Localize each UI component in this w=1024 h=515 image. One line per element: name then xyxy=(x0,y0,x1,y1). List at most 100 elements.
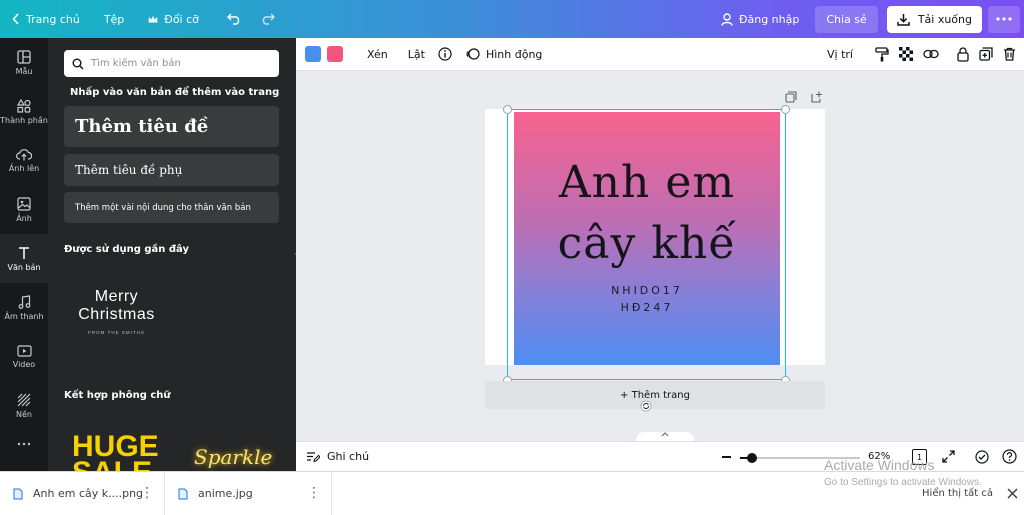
share-label: Chia sẻ xyxy=(826,12,867,26)
share-button[interactable]: Chia sẻ xyxy=(815,5,878,33)
redo-button[interactable] xyxy=(254,0,291,38)
more-vertical-icon[interactable]: ⋮ xyxy=(140,486,154,500)
recent-line-1: Merry xyxy=(94,288,139,305)
rail-item-photos[interactable]: Ảnh xyxy=(0,185,48,234)
font-combo-sparkle[interactable]: Sparkle xyxy=(194,445,272,469)
rail-label: Âm thanh xyxy=(4,311,44,321)
download-filename: Anh em cây k....png xyxy=(33,487,144,500)
add-heading-button[interactable]: Thêm tiêu đề xyxy=(64,106,279,147)
chevron-up-icon xyxy=(661,432,669,437)
delete-button[interactable] xyxy=(1003,47,1016,61)
music-icon xyxy=(18,294,30,309)
color-swatch-1[interactable] xyxy=(305,46,321,62)
design-title-line-1[interactable]: Anh em xyxy=(514,157,780,208)
file-menu-button[interactable]: Tệp xyxy=(90,0,134,38)
zoom-out-icon[interactable] xyxy=(722,456,731,458)
search-icon xyxy=(72,58,84,70)
animate-button[interactable]: Hình động xyxy=(466,47,542,61)
rail-item-audio[interactable]: Âm thanh xyxy=(0,283,48,332)
lock-button[interactable] xyxy=(957,46,969,62)
download-item-2[interactable]: anime.jpg ⋮ xyxy=(165,471,332,515)
notes-label: Ghi chú xyxy=(327,450,370,463)
paint-roller-icon xyxy=(875,46,889,61)
copy-style-button[interactable] xyxy=(875,46,889,62)
element-toolbar: Xén Lật Hình động Vị trí xyxy=(296,38,1024,71)
rail-item-templates[interactable]: Mẫu xyxy=(0,38,48,87)
trash-icon xyxy=(1004,47,1015,61)
recent-line-2: Christmas xyxy=(78,306,155,323)
link-icon xyxy=(923,49,939,59)
download-item-1[interactable]: Anh em cây k....png ⋮ xyxy=(0,471,165,515)
page-actions xyxy=(785,91,823,103)
more-vertical-icon[interactable]: ⋮ xyxy=(307,486,321,500)
file-icon xyxy=(178,488,188,499)
close-icon[interactable] xyxy=(1007,488,1018,499)
position-button[interactable]: Vị trí xyxy=(827,48,853,61)
activate-windows-watermark: Activate Windows Go to Settings to activ… xyxy=(824,457,982,488)
image-icon xyxy=(17,196,31,211)
recent-line-3: FROM THE SMITHS xyxy=(88,330,145,335)
selected-image-element[interactable]: Anh em cây khế NHIDO17 HĐ247 xyxy=(514,112,780,365)
resize-handle-top-left[interactable] xyxy=(503,105,512,114)
add-page-icon[interactable] xyxy=(811,91,823,103)
crop-button[interactable]: Xén xyxy=(367,48,388,61)
chevron-left-icon xyxy=(12,13,19,25)
recent-text-template[interactable]: Merry Christmas FROM THE SMITHS xyxy=(64,268,169,348)
color-swatch-2[interactable] xyxy=(327,46,343,62)
watermark-line-1: Activate Windows xyxy=(824,457,935,473)
redo-icon xyxy=(262,13,275,25)
resize-label: Đổi cỡ xyxy=(164,12,199,26)
rail-more-button[interactable] xyxy=(0,430,48,460)
file-label: Tệp xyxy=(103,12,125,26)
design-subtitle-line-1[interactable]: NHIDO17 xyxy=(514,284,780,297)
rail-label: Ảnh lên xyxy=(8,164,40,173)
login-button[interactable]: Đăng nhập xyxy=(711,0,815,38)
rotate-icon[interactable] xyxy=(640,400,652,412)
rail-label: Ảnh xyxy=(16,213,32,223)
file-icon xyxy=(13,488,23,499)
transparency-button[interactable] xyxy=(899,47,913,61)
design-subtitle-line-2[interactable]: HĐ247 xyxy=(514,301,780,314)
text-icon xyxy=(19,246,29,259)
rail-item-background[interactable]: Nền xyxy=(0,381,48,430)
resize-button[interactable]: Đổi cỡ xyxy=(134,0,209,38)
info-button[interactable] xyxy=(438,47,452,61)
duplicate-page-icon[interactable] xyxy=(785,91,797,103)
more-options-button[interactable] xyxy=(988,5,1020,33)
font-combo-huge-sale[interactable]: HUGE SALE xyxy=(72,432,182,472)
notes-icon xyxy=(307,451,320,462)
search-input[interactable] xyxy=(91,58,261,69)
animate-label: Hình động xyxy=(485,47,543,61)
add-page-button[interactable]: + Thêm trang xyxy=(485,381,825,409)
top-bar: Trang chủ Tệp Đổi cỡ Đăng nhập Chia sẻ T… xyxy=(0,0,1024,38)
link-button[interactable] xyxy=(923,49,939,59)
undo-button[interactable] xyxy=(209,0,254,38)
background-icon xyxy=(17,393,31,406)
show-all-downloads-link[interactable]: Hiển thị tất cả xyxy=(922,488,993,499)
video-icon xyxy=(16,344,32,357)
resize-handle-top-right[interactable] xyxy=(781,105,790,114)
help-icon[interactable] xyxy=(1002,449,1017,464)
home-button[interactable]: Trang chủ xyxy=(0,0,90,38)
duplicate-icon xyxy=(979,47,993,61)
duplicate-button[interactable] xyxy=(979,47,993,61)
cloud-upload-icon xyxy=(16,149,32,161)
text-panel: Nhấp vào văn bản để thêm vào trang Thêm … xyxy=(48,38,296,471)
zoom-slider-knob[interactable] xyxy=(747,453,757,463)
rail-item-elements[interactable]: Thành phần xyxy=(0,87,48,136)
flip-button[interactable]: Lật xyxy=(408,48,425,61)
transparency-icon xyxy=(899,47,913,61)
search-box[interactable] xyxy=(64,50,279,77)
download-button[interactable]: Tải xuống xyxy=(886,5,982,33)
rail-item-uploads[interactable]: Ảnh lên xyxy=(0,136,48,185)
design-title-line-2[interactable]: cây khế xyxy=(514,218,780,269)
add-body-text-button[interactable]: Thêm một vài nội dung cho thân văn bản xyxy=(64,192,279,223)
info-icon xyxy=(438,47,452,61)
download-filename: anime.jpg xyxy=(198,487,253,500)
rail-item-video[interactable]: Video xyxy=(0,332,48,381)
shapes-icon xyxy=(17,98,31,113)
home-label: Trang chủ xyxy=(26,12,80,26)
add-subheading-button[interactable]: Thêm tiêu đề phụ xyxy=(64,154,279,186)
notes-button[interactable]: Ghi chú xyxy=(306,450,369,463)
rail-item-text[interactable]: Văn bản xyxy=(0,234,48,283)
